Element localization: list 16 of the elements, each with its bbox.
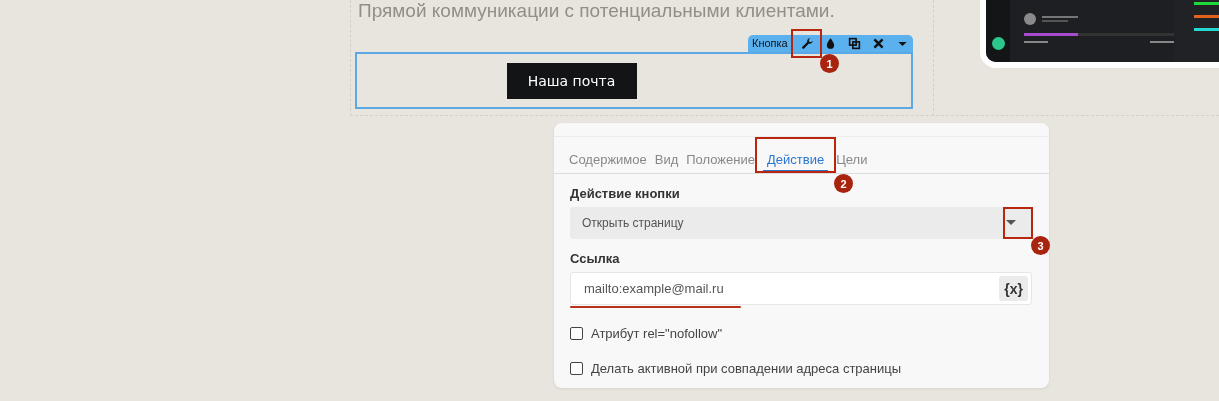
- panel-tab[interactable]: Цели: [832, 143, 872, 173]
- checkbox-label: Делать активной при совпадении адреса страницы: [591, 360, 902, 376]
- email-button[interactable]: Наша почта: [506, 63, 637, 99]
- panel-tab[interactable]: Содержимое: [565, 143, 651, 173]
- field-label: Ссылка: [570, 251, 621, 266]
- step-number-badge: 1: [820, 54, 839, 73]
- field-label: Действие кнопки: [570, 186, 681, 201]
- panel-tab[interactable]: Вид: [650, 143, 683, 173]
- panel-tab[interactable]: Положение: [682, 143, 759, 173]
- action-select[interactable]: Открыть страницу: [570, 207, 1032, 239]
- checkbox-label: Атрибут rel="nofollow": [591, 325, 723, 341]
- panel-tab[interactable]: Действие: [762, 143, 829, 173]
- paragraph-text: Прямой коммуникации с потенциальными клиентами.: [358, 0, 836, 23]
- variable-button[interactable]: {x}: [999, 276, 1028, 301]
- block-type-label: Кнопка: [752, 37, 788, 50]
- link-input-field[interactable]: mailto:example@mail.ru {x}: [570, 272, 1032, 305]
